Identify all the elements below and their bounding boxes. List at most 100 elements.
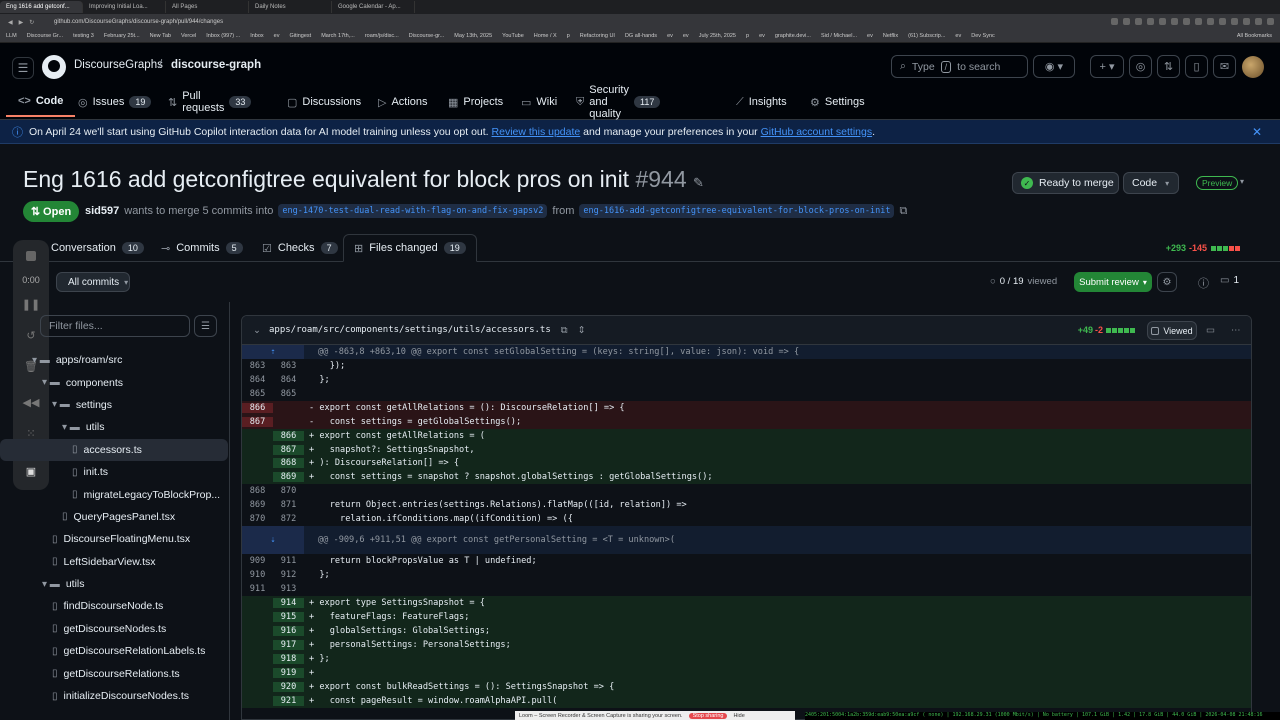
notifications-button[interactable]: ✉ bbox=[1213, 55, 1236, 78]
new-line-number[interactable]: 865 bbox=[273, 389, 304, 399]
new-line-number[interactable]: 920 bbox=[273, 681, 304, 692]
browser-nav-buttons[interactable]: ◀ ▶ ↻ bbox=[8, 19, 38, 26]
chevron-down-icon[interactable]: ▾ bbox=[1240, 177, 1244, 186]
new-line-number[interactable]: 867 bbox=[273, 444, 304, 455]
bookmark-item[interactable]: New Tab bbox=[150, 33, 171, 39]
viewed-checkbox[interactable]: Viewed bbox=[1147, 321, 1197, 340]
code-button[interactable]: Code ▾ bbox=[1123, 172, 1179, 194]
github-logo-icon[interactable] bbox=[42, 55, 66, 79]
browser-tab[interactable]: Google Calendar - Ap... bbox=[332, 1, 415, 13]
tab-files-changed[interactable]: ⊞ Files changed 19 bbox=[343, 234, 477, 262]
tab-discussions[interactable]: ▢ Discussions bbox=[275, 87, 373, 117]
bookmark-item[interactable]: Discourse Gr... bbox=[27, 33, 63, 39]
tab-projects[interactable]: ▦ Projects bbox=[436, 87, 515, 117]
bookmark-item[interactable]: May 13th, 2025 bbox=[454, 33, 492, 39]
browser-tab[interactable]: Improving Initial Loa... bbox=[83, 1, 166, 13]
copy-icon[interactable]: ⧉ bbox=[899, 205, 907, 218]
filter-options-button[interactable]: ☰ bbox=[194, 315, 217, 337]
tree-folder[interactable]: ▾ ▬ utils bbox=[0, 416, 228, 438]
new-line-number[interactable]: 863 bbox=[273, 361, 304, 371]
bookmark-item[interactable]: YouTube bbox=[502, 33, 524, 39]
tree-file[interactable]: ▯ QueryPagesPanel.tsx bbox=[0, 506, 228, 528]
back-icon[interactable]: ◀ bbox=[8, 19, 13, 26]
url-input[interactable]: github.com/DiscourseGraphs/discourse-gra… bbox=[54, 19, 223, 25]
bookmark-item[interactable]: ev bbox=[683, 33, 689, 39]
old-line-number[interactable]: 870 bbox=[242, 514, 273, 524]
account-settings-link[interactable]: GitHub account settings bbox=[761, 126, 872, 138]
bookmark-item[interactable]: roam/js/disc... bbox=[365, 33, 399, 39]
browser-tab[interactable]: Daily Notes bbox=[249, 1, 332, 13]
new-line-number[interactable]: 911 bbox=[273, 556, 304, 566]
bookmark-item[interactable]: ev bbox=[759, 33, 765, 39]
new-line-number[interactable]: 916 bbox=[273, 625, 304, 636]
bookmark-item[interactable]: February 25t... bbox=[104, 33, 140, 39]
search-input[interactable]: ⌕ Type / to search bbox=[891, 55, 1028, 78]
new-line-number[interactable]: 912 bbox=[273, 570, 304, 580]
bookmark-item[interactable]: Dev Sync bbox=[971, 33, 995, 39]
new-line-number[interactable]: 919 bbox=[273, 667, 304, 678]
chevron-down-icon[interactable]: ⌄ bbox=[253, 325, 261, 336]
tree-file[interactable]: ▯ findDiscourseNode.ts bbox=[0, 595, 228, 617]
old-line-number[interactable]: 866 bbox=[242, 402, 273, 413]
repo-owner-link[interactable]: DiscourseGraphs bbox=[74, 59, 163, 71]
copy-icon[interactable]: ⧉ bbox=[561, 325, 568, 336]
tree-folder[interactable]: ▾ ▬ components bbox=[0, 371, 228, 393]
repositories-button[interactable]: ▯ bbox=[1185, 55, 1208, 78]
tree-file[interactable]: ▯ getDiscourseNodes.ts bbox=[0, 618, 228, 640]
tree-file[interactable]: ▯ getDiscourseRelationLabels.ts bbox=[0, 640, 228, 662]
bookmark-item[interactable]: Home / X bbox=[534, 33, 557, 39]
diff-settings-button[interactable]: ⚙ bbox=[1157, 272, 1177, 292]
tab-settings[interactable]: ⚙ Settings bbox=[798, 87, 877, 117]
old-line-number[interactable]: 869 bbox=[242, 500, 273, 510]
tab-issues[interactable]: ◎ Issues 19 bbox=[66, 87, 163, 117]
tree-folder[interactable]: ▾ ▬ settings bbox=[0, 394, 228, 416]
close-icon[interactable]: ✕ bbox=[1252, 125, 1262, 139]
bookmark-item[interactable]: Sid / Michael... bbox=[821, 33, 857, 39]
new-line-number[interactable]: 869 bbox=[273, 472, 304, 483]
submit-review-button[interactable]: Submit review ▾ bbox=[1074, 272, 1152, 292]
bookmark-item[interactable]: Vercel bbox=[181, 33, 196, 39]
bookmark-item[interactable]: Inbox bbox=[250, 33, 263, 39]
tab-actions[interactable]: ▷ Actions bbox=[366, 87, 440, 117]
head-branch[interactable]: eng-1616-add-getconfigtree-equivalent-fo… bbox=[579, 204, 895, 218]
comment-icon[interactable]: ▭ bbox=[1206, 325, 1215, 336]
bookmark-item[interactable]: Discourse-gr... bbox=[409, 33, 444, 39]
tab-insights[interactable]: ⟋ Insights bbox=[724, 87, 799, 117]
bookmark-item[interactable]: testing 3 bbox=[73, 33, 94, 39]
forward-icon[interactable]: ▶ bbox=[19, 19, 24, 26]
new-line-number[interactable]: 918 bbox=[273, 653, 304, 664]
bookmark-item[interactable]: Gitingest bbox=[289, 33, 311, 39]
expand-lines-icon[interactable]: ⇡ bbox=[242, 345, 304, 359]
old-line-number[interactable]: 868 bbox=[242, 486, 273, 496]
old-line-number[interactable]: 867 bbox=[242, 416, 273, 427]
tree-file[interactable]: ▯ init.ts bbox=[0, 461, 228, 483]
expand-lines-icon[interactable]: ⇣ bbox=[242, 526, 304, 555]
tree-file[interactable]: ▯ LeftSidebarView.tsx bbox=[0, 551, 228, 573]
bookmark-item[interactable]: All Bookmarks bbox=[1237, 33, 1280, 39]
bookmark-item[interactable]: p bbox=[746, 33, 749, 39]
review-update-link[interactable]: Review this update bbox=[492, 126, 581, 138]
diff-file-path[interactable]: apps/roam/src/components/settings/utils/… bbox=[269, 325, 551, 335]
pull-requests-button[interactable]: ⇅ bbox=[1157, 55, 1180, 78]
tab-code[interactable]: <> Code bbox=[6, 87, 76, 117]
bookmark-item[interactable]: p bbox=[567, 33, 570, 39]
tree-file[interactable]: ▯ migrateLegacyToBlockProp... bbox=[0, 483, 228, 505]
expand-all-icon[interactable]: ⇕ bbox=[578, 325, 586, 336]
all-commits-dropdown[interactable]: All commits ▾ bbox=[56, 272, 130, 292]
tree-folder[interactable]: ▾ ▬ apps/roam/src bbox=[0, 349, 228, 371]
stop-sharing-button[interactable]: Stop sharing bbox=[688, 712, 728, 719]
info-icon[interactable]: ⓘ bbox=[1198, 275, 1209, 291]
old-line-number[interactable]: 909 bbox=[242, 556, 273, 566]
repo-name-link[interactable]: discourse-graph bbox=[171, 59, 261, 71]
preview-badge[interactable]: Preview bbox=[1196, 176, 1239, 190]
create-new-button[interactable]: + ▾ bbox=[1090, 55, 1124, 78]
sidebar-divider[interactable] bbox=[229, 302, 230, 720]
new-line-number[interactable]: 864 bbox=[273, 375, 304, 385]
bookmark-item[interactable]: ev bbox=[955, 33, 961, 39]
issues-button[interactable]: ◎ bbox=[1129, 55, 1152, 78]
old-line-number[interactable]: 910 bbox=[242, 570, 273, 580]
new-line-number[interactable]: 915 bbox=[273, 611, 304, 622]
base-branch[interactable]: eng-1470-test-dual-read-with-flag-on-and… bbox=[278, 204, 548, 218]
tab-checks[interactable]: ☑ Checks 7 bbox=[252, 234, 348, 262]
tree-file[interactable]: ▯ accessors.ts bbox=[0, 438, 228, 461]
